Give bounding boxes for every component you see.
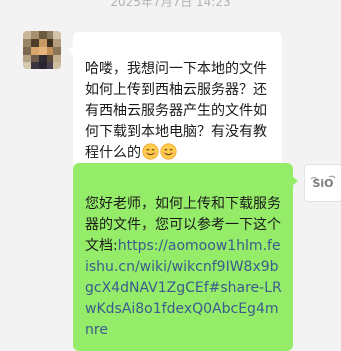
chat-window: 2025年7月7日 14:23 哈喽，我想问一下本地的文件如何上传到西柚云服务器… <box>0 0 341 351</box>
smile-emoji-icon <box>142 143 159 160</box>
outgoing-message-bubble[interactable]: 您好老师，如何上传和下载服务器的文件，您可以参考一下这个文档:https://a… <box>73 163 298 351</box>
smile-emoji-icon <box>160 143 177 160</box>
self-avatar[interactable]: SiO <box>304 164 341 202</box>
pixelated-avatar-image <box>23 31 61 69</box>
avatar-logo-text: SiO <box>312 177 333 190</box>
message-timestamp: 2025年7月7日 14:23 <box>110 0 231 9</box>
incoming-message-bubble[interactable]: 哈喽，我想问一下本地的文件如何上传到西柚云服务器？还有西柚云服务器产生的文件如何… <box>68 32 282 174</box>
sender-avatar[interactable] <box>23 31 61 69</box>
logo-avatar-icon: SiO <box>305 165 341 201</box>
